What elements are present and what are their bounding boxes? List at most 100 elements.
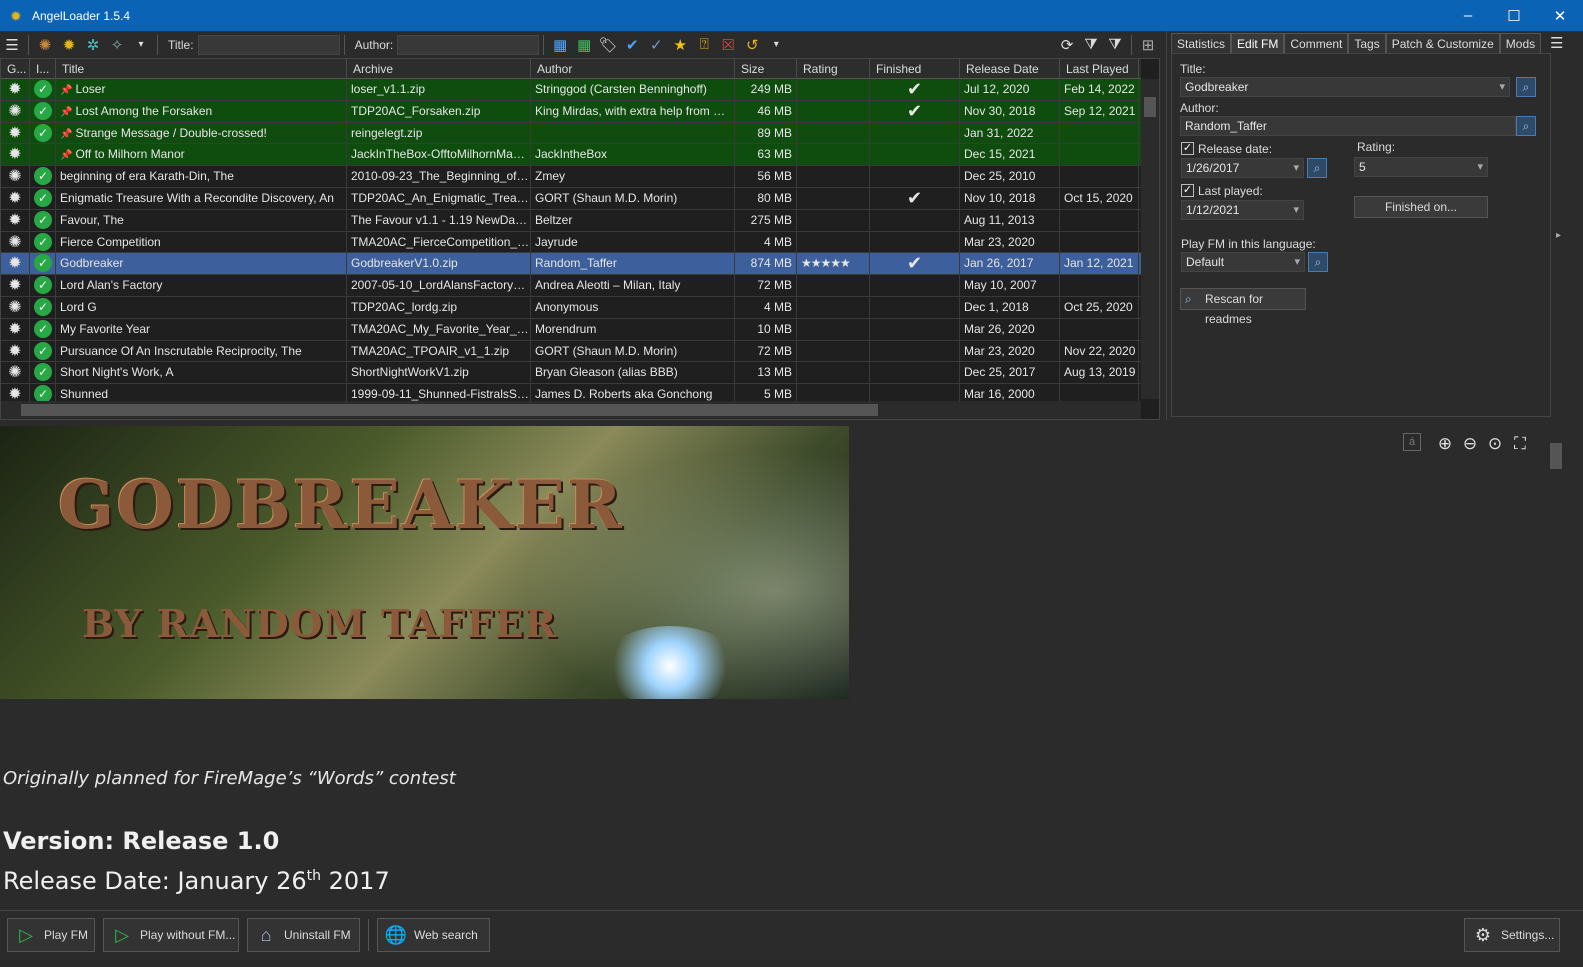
last-played-filter-icon[interactable]: ▦ — [573, 34, 595, 56]
table-row[interactable]: ✹ ✓ Enigmatic Treasure With a Recondite Di… — [1, 187, 1141, 210]
close-button[interactable]: ✕ — [1537, 0, 1583, 31]
unavailable-filter-icon[interactable]: ☒ — [717, 34, 739, 56]
author-field[interactable]: Random_Taffer — [1180, 116, 1516, 136]
table-row[interactable]: ✹ ✓ My Favorite Year TMA20AC_My_Favorite_Ye… — [1, 318, 1141, 341]
finished-filter-icon[interactable]: ✔ — [621, 34, 643, 56]
tab-comment[interactable]: Comment — [1284, 33, 1349, 53]
table-row[interactable]: ✹ ✓ Godbreaker GodbreakerV1.0.zip Random_Taf… — [1, 253, 1141, 276]
release-date-cell: Jan 26, 2017 — [960, 253, 1060, 275]
table-row[interactable]: ✹ ✓ Pursuance Of An Inscrutable Reciprocit… — [1, 340, 1141, 363]
tags-filter-icon[interactable]: 🏷 — [597, 34, 619, 56]
column-size[interactable]: Size — [735, 59, 797, 79]
banner-title: GODBREAKER — [58, 466, 624, 544]
release-date-cell: Dec 1, 2018 — [960, 296, 1060, 318]
archive-cell: The Favour v1.1 - 1.19 NewDark.zip — [347, 209, 531, 231]
tab-tags[interactable]: Tags — [1348, 33, 1386, 53]
collapse-arrow-icon[interactable]: ▸ — [1556, 230, 1561, 241]
installed-check-icon: ✓ — [34, 232, 52, 251]
finished-check-icon: ✔ — [906, 253, 923, 274]
rating-select[interactable]: 5 — [1354, 157, 1488, 177]
rating-filter-icon[interactable]: ★ — [669, 34, 691, 56]
reset-layout-icon[interactable]: ⊞ — [1137, 34, 1159, 56]
web-search-button[interactable]: 🌐 Web search — [377, 918, 490, 952]
thief2-filter-icon[interactable]: ✹ — [58, 34, 80, 56]
encoding-icon[interactable]: á — [1403, 433, 1421, 451]
recent-filter-icon[interactable]: ↺ — [741, 34, 763, 56]
side-menu-icon[interactable]: ☰ — [1550, 34, 1566, 52]
title-filter-input[interactable] — [197, 34, 340, 55]
fullscreen-icon[interactable]: ⛶ — [1509, 433, 1531, 455]
readme-vertical-scrollbar[interactable] — [1547, 425, 1565, 910]
tab-statistics[interactable]: Statistics — [1171, 33, 1232, 53]
tab-mods[interactable]: Mods — [1499, 33, 1542, 53]
column-game[interactable]: G... — [1, 59, 30, 79]
scrollbar-thumb[interactable] — [21, 404, 878, 416]
archive-cell: GodbreakerV1.0.zip — [347, 253, 531, 275]
column-release-date[interactable]: Release Date — [960, 59, 1060, 79]
size-cell: 4 MB — [735, 296, 797, 318]
refresh-icon[interactable]: ⟳ — [1056, 34, 1078, 56]
table-row[interactable]: ✺ ✓ Lord G TDP20AC_lordg.zip Anonymous 4 MB De… — [1, 296, 1141, 319]
title-search-icon[interactable]: ⌕ — [1516, 77, 1536, 97]
play-fm-button[interactable]: ▷ Play FM — [7, 918, 95, 952]
table-row[interactable]: ✺ ✓ Short Night's Work, A ShortNightWorkV1.… — [1, 362, 1141, 385]
rescan-readmes-button[interactable]: ⌕ Rescan for readmes — [1180, 288, 1306, 326]
tab-edit-fm[interactable]: Edit FM — [1231, 33, 1285, 53]
ss2-filter-icon[interactable]: ✧ — [106, 34, 128, 56]
release-date-checkbox[interactable]: ✓ — [1181, 142, 1194, 155]
installed-cell: ✓ — [30, 340, 56, 362]
scrollbar-thumb[interactable] — [1144, 97, 1156, 117]
table-row[interactable]: ✹ ✓ Favour, The The Favour v1.1 - 1.19 NewD… — [1, 209, 1141, 232]
release-date-cell: Nov 10, 2018 — [960, 187, 1060, 209]
release-date-search-icon[interactable]: ⌕ — [1307, 158, 1327, 178]
table-row[interactable]: ✺ ✓ beginning of era Karath-Din, The 2010-0… — [1, 166, 1141, 188]
clear-filters-icon[interactable]: ⧩ — [1104, 34, 1126, 56]
settings-button[interactable]: ⚙ Settings... — [1464, 918, 1560, 952]
zoom-reset-icon[interactable]: ⊙ — [1484, 433, 1506, 455]
column-finished[interactable]: Finished — [870, 59, 960, 79]
column-author[interactable]: Author — [531, 59, 735, 79]
zoom-in-icon[interactable]: ⊕ — [1434, 433, 1456, 455]
release-date-filter-icon[interactable]: ▦ — [549, 34, 571, 56]
unfinished-filter-icon[interactable]: ✓ — [645, 34, 667, 56]
finished-on-button[interactable]: Finished on... — [1354, 196, 1488, 218]
release-date-picker[interactable]: 1/26/2017 — [1181, 158, 1304, 178]
play-without-fm-button[interactable]: ▷ Play without FM... — [103, 918, 239, 952]
minimize-button[interactable]: – — [1445, 0, 1491, 31]
column-installed[interactable]: I... — [30, 59, 56, 79]
title-cell: Favour, The — [56, 209, 347, 231]
language-search-icon[interactable]: ⌕ — [1308, 252, 1328, 272]
filter-dropdown-icon[interactable]: ▾ — [765, 34, 787, 56]
grid-vertical-scrollbar[interactable] — [1141, 79, 1159, 399]
unsupported-filter-icon[interactable]: ⍰ — [693, 34, 715, 56]
column-title[interactable]: Title — [56, 59, 347, 79]
last-played-checkbox[interactable]: ✓ — [1181, 184, 1194, 197]
table-row[interactable]: ✹ ✓ 📌 Loser loser_v1.1.zip Stringgod (Carsten… — [1, 79, 1141, 101]
table-row[interactable]: ✺ ✓ 📌 Lost Among the Forsaken TDP20AC_Forsak… — [1, 100, 1141, 123]
zoom-out-icon[interactable]: ⊖ — [1459, 433, 1481, 455]
table-row[interactable]: ✹ ✓ 📌 Strange Message / Double-crossed! rein… — [1, 122, 1141, 145]
thief1-filter-icon[interactable]: ✺ — [34, 34, 56, 56]
finished-cell — [870, 296, 960, 318]
menu-icon[interactable]: ☰ — [1, 34, 23, 56]
column-archive[interactable]: Archive — [347, 59, 531, 79]
refresh-filters-icon[interactable]: ⧩ — [1080, 34, 1102, 56]
table-row[interactable]: ✺ ✓ Fierce Competition TMA20AC_FierceCompet… — [1, 231, 1141, 254]
tab-patch-customize[interactable]: Patch & Customize — [1385, 33, 1500, 53]
title-field[interactable]: Godbreaker — [1180, 77, 1510, 97]
author-search-icon[interactable]: ⌕ — [1516, 116, 1536, 136]
column-rating[interactable]: Rating — [797, 59, 870, 79]
scrollbar-thumb[interactable] — [1550, 443, 1562, 469]
grid-horizontal-scrollbar[interactable] — [1, 401, 1141, 419]
uninstall-fm-button[interactable]: ⌂ Uninstall FM — [247, 918, 360, 952]
author-filter-input[interactable] — [397, 34, 540, 55]
last-played-picker[interactable]: 1/12/2021 — [1181, 200, 1304, 220]
title-cell: Pursuance Of An Inscrutable Reciprocity,… — [56, 340, 347, 362]
table-row[interactable]: ✹ ✓ Lord Alan's Factory 2007-05-10_LordAlan… — [1, 275, 1141, 297]
maximize-button[interactable]: ☐ — [1491, 0, 1537, 31]
thief3-filter-icon[interactable]: ✲ — [82, 34, 104, 56]
table-row[interactable]: ✹ 📌 Off to Milhorn Manor JackInTheBox-Offto… — [1, 144, 1141, 167]
language-select[interactable]: Default — [1181, 252, 1305, 272]
game-filter-dropdown-icon[interactable]: ▾ — [130, 34, 152, 56]
column-last-played[interactable]: Last Played — [1060, 59, 1139, 79]
